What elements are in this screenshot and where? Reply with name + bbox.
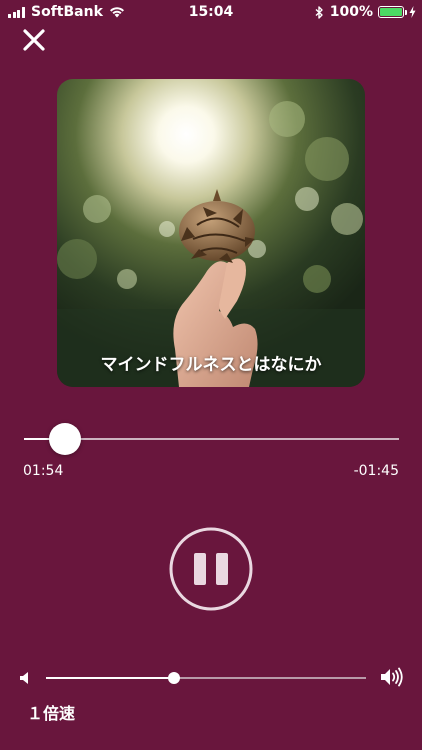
bluetooth-icon xyxy=(315,5,323,19)
close-icon[interactable] xyxy=(20,26,48,54)
battery-icon xyxy=(378,6,407,18)
remaining-time: -01:45 xyxy=(353,463,399,479)
album-artwork: マインドフルネスとはなにか xyxy=(57,79,365,387)
pinecone-photo xyxy=(57,79,365,387)
volume-high-icon xyxy=(381,667,403,687)
elapsed-time: 01:54 xyxy=(23,463,64,479)
battery-percent: 100% xyxy=(329,4,373,20)
playback-speed-button[interactable]: １倍速 xyxy=(27,700,75,724)
pause-button[interactable] xyxy=(169,527,253,611)
status-right: 100% xyxy=(315,4,416,20)
volume-low-icon xyxy=(20,672,28,684)
track-title: マインドフルネスとはなにか xyxy=(100,355,322,375)
volume-slider[interactable] xyxy=(46,672,366,684)
volume-fill xyxy=(46,677,174,679)
volume-thumb[interactable] xyxy=(168,672,180,684)
pause-icon xyxy=(194,553,206,585)
progress-slider[interactable] xyxy=(24,423,399,455)
status-bar: SoftBank 15:04 100% xyxy=(0,0,422,24)
charging-bolt-icon xyxy=(409,6,416,18)
progress-thumb[interactable] xyxy=(49,423,82,455)
